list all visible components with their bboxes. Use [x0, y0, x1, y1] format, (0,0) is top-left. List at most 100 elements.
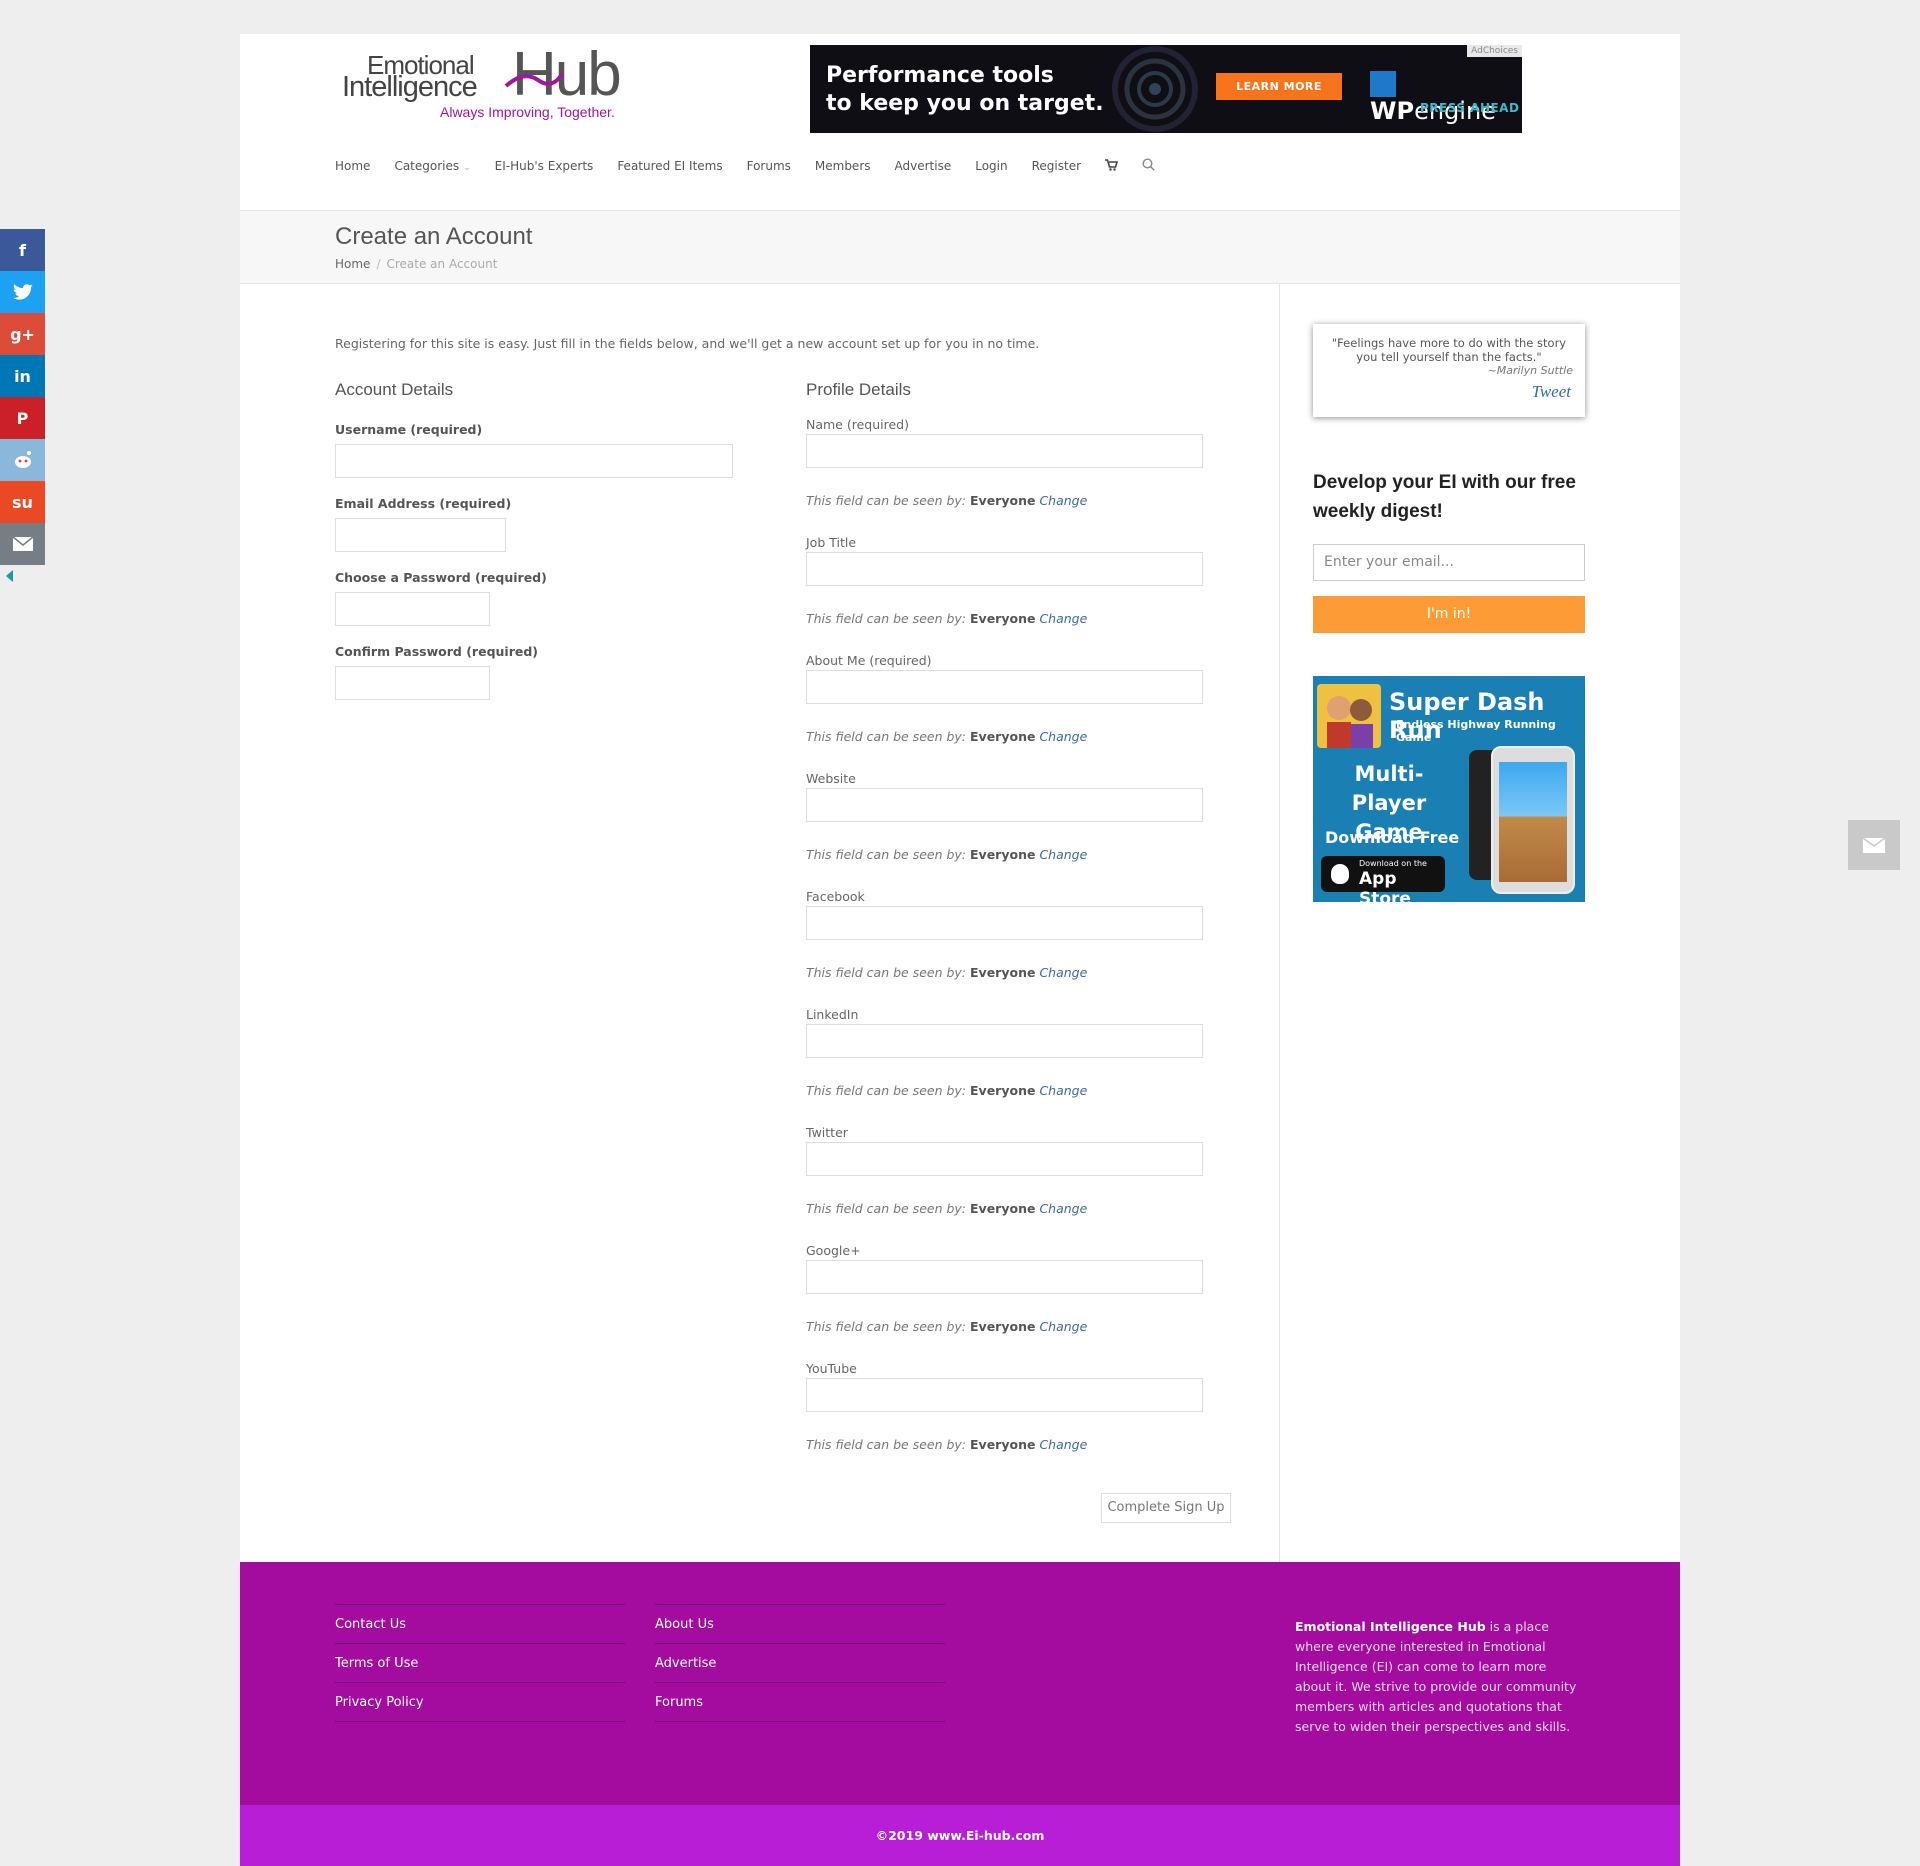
job-title-input[interactable]	[806, 552, 1203, 586]
password-input[interactable]	[335, 592, 490, 626]
nav-featured[interactable]: Featured EI Items	[617, 159, 734, 173]
name-input[interactable]	[806, 434, 1203, 468]
visibility-change-link[interactable]: Change	[1039, 965, 1087, 980]
page-title: Create an Account	[335, 223, 533, 250]
tweet-link[interactable]: Tweet	[1532, 382, 1571, 402]
game-characters-icon	[1327, 696, 1373, 748]
twitter-icon[interactable]	[0, 271, 45, 313]
app-store-badge[interactable]: Download on the App Store	[1321, 856, 1445, 902]
linkedin-icon[interactable]: in	[0, 355, 45, 397]
ad-banner[interactable]: Performance tools to keep you on target.…	[810, 45, 1522, 133]
visibility-change-link[interactable]: Change	[1039, 847, 1087, 862]
footer-link-contact[interactable]: Contact Us	[335, 1605, 625, 1644]
nav-experts[interactable]: EI-Hub's Experts	[495, 159, 606, 173]
field-visibility: This field can be seen by: Everyone Chan…	[806, 493, 1087, 508]
linkedin-input[interactable]	[806, 1024, 1203, 1058]
facebook-input[interactable]	[806, 906, 1203, 940]
google-plus-icon[interactable]: g+	[0, 313, 45, 355]
ad-choices-link[interactable]: AdChoices	[1467, 45, 1522, 57]
complete-signup-button[interactable]: Complete Sign Up	[1101, 1493, 1231, 1523]
newsletter-email-input[interactable]: Enter your email...	[1313, 544, 1585, 581]
about-me-input[interactable]	[806, 670, 1203, 704]
profile-details-heading: Profile Details	[806, 380, 911, 399]
field-visibility: This field can be seen by: Everyone Chan…	[806, 847, 1087, 862]
nav-login[interactable]: Login	[975, 159, 1019, 173]
nav-forums[interactable]: Forums	[747, 159, 803, 173]
visibility-prefix: This field can be seen by:	[806, 1083, 967, 1098]
footer-link-about[interactable]: About Us	[655, 1605, 945, 1644]
stumbleupon-icon[interactable]: su	[0, 481, 45, 523]
username-input[interactable]	[335, 444, 733, 478]
contact-float-button[interactable]	[1848, 820, 1900, 870]
app-store-small-text: Download on the	[1359, 859, 1427, 868]
breadcrumb-current: Create an Account	[386, 257, 498, 271]
envelope-icon	[1862, 836, 1886, 853]
field-visibility: This field can be seen by: Everyone Chan…	[806, 1319, 1087, 1334]
visibility-prefix: This field can be seen by:	[806, 1437, 967, 1452]
email-input[interactable]	[335, 518, 506, 552]
newsletter-subscribe-button[interactable]: I'm in!	[1313, 596, 1585, 633]
visibility-change-link[interactable]: Change	[1039, 1201, 1087, 1216]
visibility-change-link[interactable]: Change	[1039, 729, 1087, 744]
footer-link-advertise[interactable]: Advertise	[655, 1644, 945, 1683]
profile-field-label: Name (required)	[806, 417, 909, 432]
username-label: Username (required)	[335, 422, 483, 437]
nav-home[interactable]: Home	[335, 159, 382, 173]
visibility-change-link[interactable]: Change	[1039, 1319, 1087, 1334]
youtube-input[interactable]	[806, 1378, 1203, 1412]
quote-widget: "Feelings have more to do with the story…	[1313, 324, 1585, 417]
profile-field-label: Job Title	[806, 535, 857, 550]
nav-members[interactable]: Members	[815, 159, 883, 173]
visibility-prefix: This field can be seen by:	[806, 847, 967, 862]
google-plus-input[interactable]	[806, 1260, 1203, 1294]
chevron-down-icon: ⌄	[463, 163, 471, 173]
footer-link-forums[interactable]: Forums	[655, 1683, 945, 1722]
collapse-arrow-icon[interactable]	[6, 570, 13, 582]
website-input[interactable]	[806, 788, 1203, 822]
breadcrumb-home-link[interactable]: Home	[335, 257, 370, 271]
newsletter-heading: Develop your EI with our free weekly dig…	[1313, 472, 1576, 522]
account-details-heading: Account Details	[335, 380, 454, 399]
wpengine-logo-bold: WP	[1370, 97, 1415, 125]
pinterest-icon[interactable]: P	[0, 397, 45, 439]
nav-advertise[interactable]: Advertise	[895, 159, 964, 173]
confirm-password-input[interactable]	[335, 666, 490, 700]
social-share-bar: f g+ in P su	[0, 229, 45, 565]
email-icon[interactable]	[0, 523, 45, 565]
main-navigation: Home Categories ⌄ EI-Hub's Experts Featur…	[335, 156, 1179, 176]
nav-register[interactable]: Register	[1032, 159, 1093, 173]
visibility-change-link[interactable]: Change	[1039, 493, 1087, 508]
email-label: Email Address (required)	[335, 496, 512, 511]
visibility-change-link[interactable]: Change	[1039, 1083, 1087, 1098]
cart-icon[interactable]	[1105, 158, 1130, 174]
field-visibility: This field can be seen by: Everyone Chan…	[806, 1201, 1087, 1216]
quote-author: ~Marilyn Suttle	[1487, 364, 1573, 377]
ad-headline: Performance tools to keep you on target.	[826, 62, 1104, 118]
field-visibility: This field can be seen by: Everyone Chan…	[806, 965, 1087, 980]
footer-link-terms[interactable]: Terms of Use	[335, 1644, 625, 1683]
visibility-change-link[interactable]: Change	[1039, 1437, 1087, 1452]
footer-about-site-name: Emotional Intelligence Hub	[1295, 1619, 1486, 1634]
footer-links-column: Contact Us Terms of Use Privacy Policy	[335, 1604, 625, 1722]
footer-link-privacy[interactable]: Privacy Policy	[335, 1683, 625, 1722]
site-logo[interactable]: Emotional Intelligence Hub Always Improv…	[340, 42, 630, 122]
search-icon[interactable]	[1142, 158, 1167, 174]
target-rings-icon	[1112, 46, 1198, 132]
envelope-icon	[12, 536, 33, 551]
nav-categories[interactable]: Categories ⌄	[394, 159, 482, 173]
site-footer: Contact Us Terms of Use Privacy Policy A…	[240, 1562, 1680, 1805]
facebook-icon[interactable]: f	[0, 229, 45, 271]
twitter-input[interactable]	[806, 1142, 1203, 1176]
ad-tagline: PRESS AHEAD	[1420, 101, 1520, 115]
phone-image	[1491, 746, 1575, 894]
profile-field-label: LinkedIn	[806, 1007, 859, 1022]
breadcrumb: Home / Create an Account	[335, 257, 497, 271]
profile-field-label: About Me (required)	[806, 653, 932, 668]
footer-about-text: Emotional Intelligence Hub is a place wh…	[1295, 1617, 1585, 1737]
visibility-change-link[interactable]: Change	[1039, 611, 1087, 626]
wpengine-logo: WPengine	[1370, 69, 1522, 125]
reddit-icon[interactable]	[0, 439, 45, 481]
game-ad[interactable]: Super Dash Run Endless Highway Running G…	[1313, 676, 1585, 902]
profile-field-label: Google+	[806, 1243, 861, 1258]
ad-learn-more-button[interactable]: LEARN MORE	[1216, 73, 1342, 100]
